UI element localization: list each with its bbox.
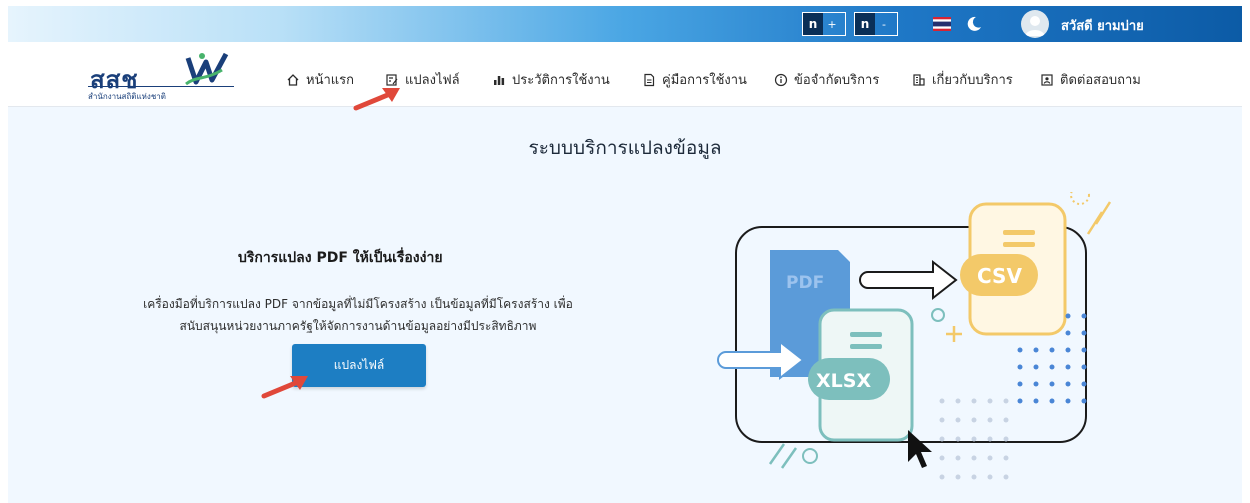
- contact-icon: [1041, 73, 1053, 86]
- nav-contact[interactable]: ติดต่อสอบถาม: [1040, 69, 1141, 90]
- nav-bar: สสช สำนักงานสถิติแห่งชาติ หน้าแรก แปลงไฟ…: [8, 42, 1242, 107]
- document-icon: [644, 73, 655, 86]
- hero-description-line: เครื่องมือที่บริการแปลง PDF จากข้อมูลที่…: [143, 297, 573, 311]
- nav-label: แปลงไฟล์: [405, 73, 460, 88]
- nav-service-limits[interactable]: ข้อจำกัดบริการ: [774, 69, 879, 90]
- csv-line: [1003, 230, 1035, 235]
- user-icon: [1025, 16, 1045, 36]
- cursor-icon: [908, 430, 932, 468]
- decor-plus: [946, 326, 962, 342]
- page: n + n - สวัสดี ยามบ่าย สสช สำนักงานสถิติ…: [8, 6, 1242, 503]
- hero-title: บริการแปลง PDF ให้เป็นเรื่องง่าย: [238, 250, 443, 266]
- xlsx-line: [850, 332, 882, 337]
- xlsx-line: [850, 344, 882, 349]
- font-increase-button[interactable]: n +: [802, 12, 846, 36]
- nav-label: เกี่ยวกับบริการ: [932, 73, 1013, 88]
- edit-file-icon: [386, 73, 398, 86]
- logo[interactable]: สสช สำนักงานสถิติแห่งชาติ: [88, 50, 268, 101]
- nav-label: ติดต่อสอบถาม: [1060, 73, 1141, 88]
- dark-mode-icon[interactable]: [965, 15, 983, 33]
- bar-chart-icon: [494, 75, 505, 85]
- decor-slashes: [1086, 201, 1112, 235]
- xlsx-label: XLSX: [816, 370, 871, 392]
- decor-slashes: [768, 443, 798, 469]
- avatar[interactable]: [1021, 10, 1049, 38]
- nav-label: ข้อจำกัดบริการ: [794, 73, 880, 88]
- nav-user-manual[interactable]: คู่มือการใช้งาน: [642, 69, 747, 90]
- minus-sign: -: [882, 17, 886, 31]
- top-bar: n + n - สวัสดี ยามบ่าย: [8, 6, 1242, 42]
- font-letter: n: [855, 13, 875, 35]
- nav-label: คู่มือการใช้งาน: [662, 73, 747, 88]
- font-letter: n: [803, 13, 823, 35]
- csv-label: CSV: [977, 264, 1022, 288]
- logo-subtitle: สำนักงานสถิติแห่งชาติ: [88, 92, 166, 101]
- nav-convert-file[interactable]: แปลงไฟล์: [385, 69, 460, 90]
- decor-dashed-circle: [1070, 192, 1090, 205]
- thai-flag-icon[interactable]: [933, 17, 951, 31]
- decor-circle: [802, 448, 818, 464]
- home-icon: [287, 73, 299, 86]
- info-icon: [774, 73, 788, 86]
- nav-home[interactable]: หน้าแรก: [286, 69, 354, 90]
- decor-circle: [931, 308, 945, 322]
- pdf-label: PDF: [786, 273, 824, 293]
- font-decrease-button[interactable]: n -: [854, 12, 898, 36]
- dot-grid-gray: [939, 398, 1009, 480]
- nav-about[interactable]: เกี่ยวกับบริการ: [912, 69, 1013, 90]
- plus-sign: +: [827, 17, 837, 31]
- arrow-to-csv-icon: [859, 259, 958, 301]
- logo-underline: [88, 86, 234, 87]
- csv-line: [1003, 242, 1035, 247]
- nav-label: ประวัติการใช้งาน: [512, 73, 610, 88]
- nav-label: หน้าแรก: [306, 73, 354, 88]
- conversion-illustration: PDF CSV XLSX: [717, 192, 1112, 480]
- main-content: ระบบบริการแปลงข้อมูล บริการแปลง PDF ให้เ…: [8, 107, 1242, 503]
- convert-file-button[interactable]: แปลงไฟล์: [292, 344, 426, 387]
- hero-description-line: สนับสนุนหน่วยงานภาครัฐให้จัดการงานด้านข้…: [179, 319, 537, 333]
- building-icon: [913, 73, 925, 86]
- hero-description: เครื่องมือที่บริการแปลง PDF จากข้อมูลที่…: [108, 293, 608, 337]
- username-greeting: สวัสดี ยามบ่าย: [1061, 19, 1144, 34]
- nav-usage-history[interactable]: ประวัติการใช้งาน: [492, 69, 610, 90]
- page-title: ระบบบริการแปลงข้อมูล: [528, 137, 722, 159]
